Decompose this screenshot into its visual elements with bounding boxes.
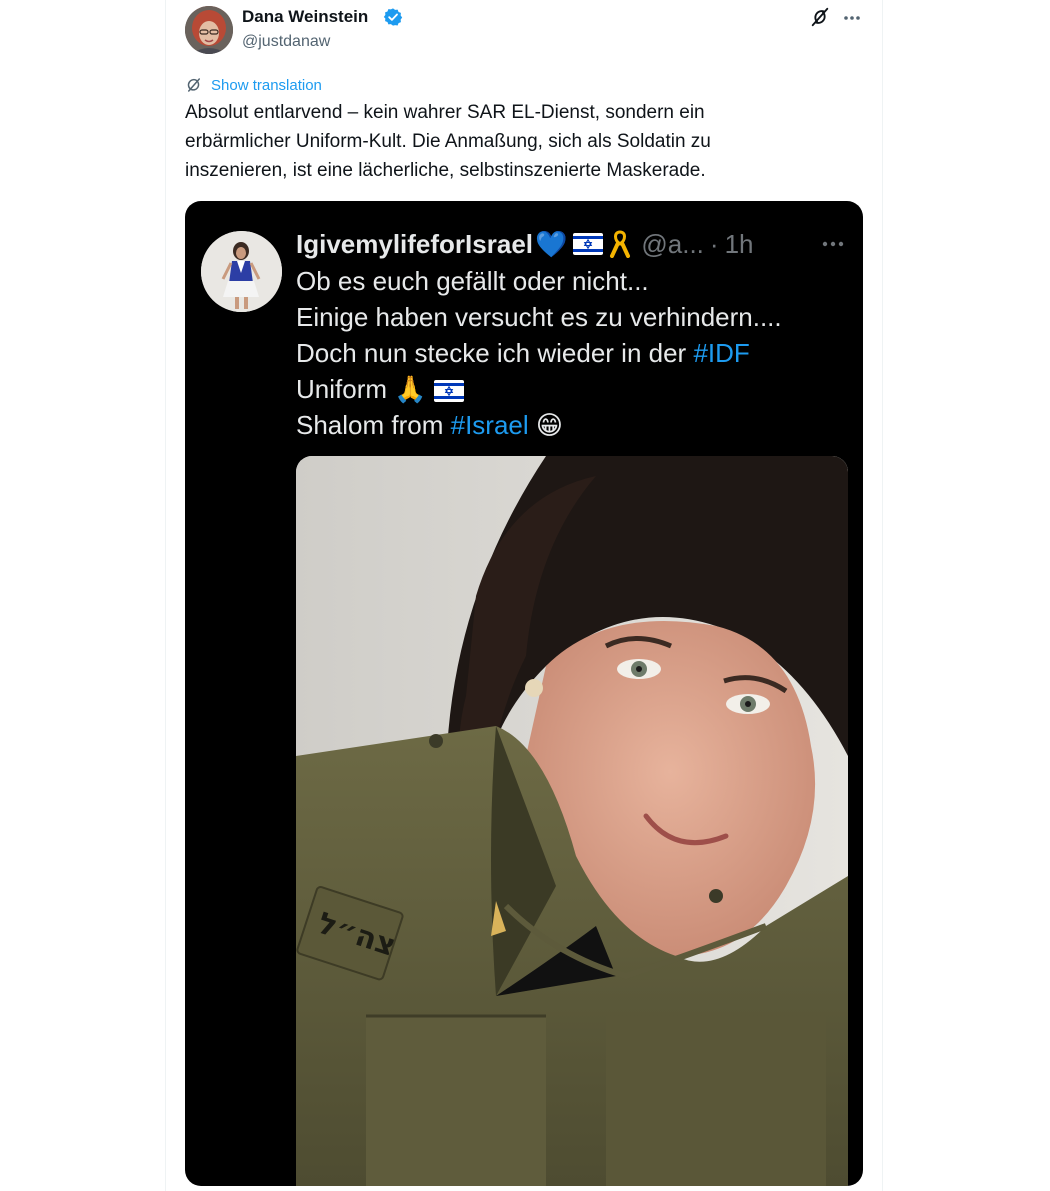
author-name[interactable]: Dana Weinstein <box>242 7 368 27</box>
embedded-screenshot[interactable]: IgivemylifeforIsrael 💙 @a... · 1h Ob es … <box>185 201 863 1186</box>
more-icon[interactable] <box>842 8 862 28</box>
blue-heart-icon: 💙 <box>535 228 568 259</box>
author-handle[interactable]: @justdanaw <box>242 33 330 51</box>
show-translation-button[interactable]: Show translation <box>185 74 322 96</box>
quoted-author-handle[interactable]: @a... <box>641 229 704 260</box>
tweet-text: Absolut entlarvend – kein wahrer SAR EL-… <box>185 98 865 185</box>
quoted-post-text: Ob es euch gefällt oder nicht... Einige … <box>296 263 856 443</box>
translate-icon <box>187 78 200 92</box>
tweet-text-line: Absolut entlarvend – kein wahrer SAR EL-… <box>185 102 705 123</box>
quoted-post-header: IgivemylifeforIsrael 💙 @a... · 1h <box>296 225 754 263</box>
author-avatar[interactable] <box>185 6 233 54</box>
quoted-post-photo[interactable]: צה״ל <box>296 456 848 1186</box>
yellow-ribbon-icon <box>610 230 631 258</box>
quoted-text-fragment: Doch nun stecke ich wieder in der <box>296 338 694 368</box>
hashtag-israel[interactable]: #Israel <box>451 410 529 440</box>
quoted-post-time[interactable]: 1h <box>725 229 754 260</box>
quoted-text-line: Doch nun stecke ich wieder in der #IDF <box>296 335 856 371</box>
tweet-text-line: erbärmlicher Uniform-Kult. Die Anmaßung,… <box>185 131 711 152</box>
quoted-text-line: Uniform 🙏 <box>296 371 856 407</box>
israel-flag-icon <box>573 233 604 255</box>
quoted-text-fragment: Shalom from <box>296 410 451 440</box>
quoted-author-avatar[interactable] <box>201 231 282 312</box>
separator-dot: · <box>709 228 719 259</box>
quoted-more-icon[interactable] <box>820 234 846 254</box>
quoted-author-emojis: 💙 <box>535 229 631 260</box>
hashtag-idf[interactable]: #IDF <box>693 338 749 368</box>
grok-icon[interactable] <box>809 6 831 28</box>
quoted-text-line: Shalom from #Israel 😁 <box>296 407 856 443</box>
quoted-text-line: Ob es euch gefällt oder nicht... <box>296 266 649 296</box>
page: Dana Weinstein @justdanaw Show translati… <box>0 0 1050 1191</box>
grin-emoji-icon: 😁 <box>535 410 563 440</box>
israel-flag-icon <box>433 380 464 403</box>
show-translation-label: Show translation <box>211 76 322 94</box>
quoted-author-name[interactable]: IgivemylifeforIsrael <box>296 229 533 260</box>
verified-badge-icon <box>383 8 403 26</box>
quoted-text-line: Einige haben versucht es zu verhindern..… <box>296 302 782 332</box>
quoted-text-fragment: Uniform 🙏 <box>296 374 427 404</box>
tweet-text-line: inszenieren, ist eine lächerliche, selbs… <box>185 160 706 181</box>
